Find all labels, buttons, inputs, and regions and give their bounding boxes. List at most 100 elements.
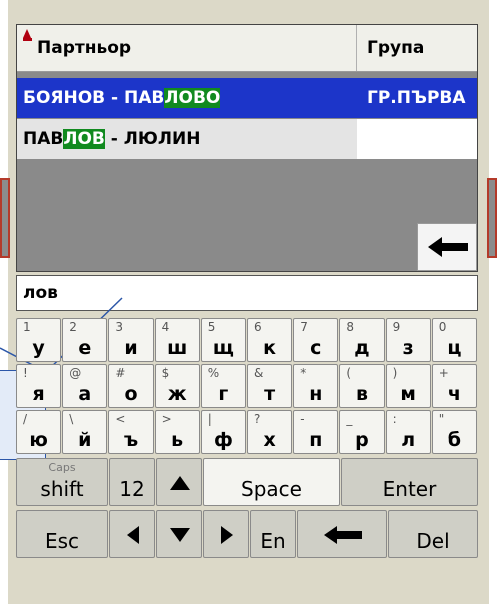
partner-text: ПАВ — [23, 129, 64, 149]
key-primary-label: г — [218, 383, 229, 405]
enter-key[interactable]: Enter — [341, 458, 478, 506]
key-primary-label: ф — [213, 429, 233, 451]
mode-12-key[interactable]: 12 — [109, 458, 155, 506]
key-secondary-label: $ — [161, 366, 170, 380]
partner-text: - ЛЮЛИН — [104, 129, 201, 149]
delete-key[interactable]: Del — [388, 510, 478, 558]
key-secondary-label: 6 — [254, 320, 262, 334]
key-secondary-label: : — [392, 412, 397, 426]
key-у[interactable]: 1у — [16, 318, 62, 362]
key-с[interactable]: 7с — [293, 318, 339, 362]
key-х[interactable]: ? х — [247, 410, 293, 454]
key-ц[interactable]: 0ц — [431, 318, 477, 362]
key-primary-label: ж — [167, 383, 187, 405]
group-cell: ГР.ПЪРВА — [367, 88, 466, 108]
key-б[interactable]: " б — [431, 410, 477, 454]
partner-table: Партньор Група БОЯНОВ - ПАВЛОВО ГР.ПЪРВА… — [16, 24, 478, 272]
column-header-partner[interactable]: Партньор — [17, 25, 357, 71]
delete-key-label: Del — [416, 529, 450, 553]
key-secondary-label: 9 — [392, 320, 401, 334]
key-ш[interactable]: 4ш — [154, 318, 200, 362]
key-secondary-label: * — [300, 366, 307, 380]
key-primary-label: е — [78, 337, 92, 359]
key-primary-label: щ — [212, 337, 234, 359]
key-ф[interactable]: | ф — [200, 410, 246, 454]
key-а[interactable]: @ а — [62, 364, 108, 408]
column-header-group-label: Група — [367, 38, 425, 58]
caps-label: Caps — [48, 461, 76, 474]
key-primary-label: и — [124, 337, 138, 359]
key-е[interactable]: 2е — [62, 318, 108, 362]
key-primary-label: п — [309, 429, 323, 451]
key-primary-label: к — [263, 337, 277, 359]
key-primary-label: т — [264, 383, 276, 405]
key-primary-label: й — [78, 429, 92, 451]
key-secondary-label: \ — [69, 412, 74, 426]
key-secondary-label: - — [300, 412, 305, 426]
key-о[interactable]: # о — [108, 364, 154, 408]
key-щ[interactable]: 5щ — [200, 318, 246, 362]
key-secondary-label: _ — [346, 412, 353, 426]
key-primary-label: в — [355, 383, 368, 405]
key-ч[interactable]: + ч — [431, 364, 477, 408]
column-header-partner-label: Партньор — [37, 38, 132, 58]
table-row[interactable]: ПАВЛОВ - ЛЮЛИН — [17, 119, 477, 159]
space-key-label: Space — [241, 477, 302, 501]
key-р[interactable]: _ р — [339, 410, 385, 454]
key-ь[interactable]: > ь — [154, 410, 200, 454]
key-л[interactable]: :л — [385, 410, 431, 454]
key-primary-label: ъ — [123, 429, 139, 451]
shift-key[interactable]: Caps shift — [16, 458, 108, 506]
key-primary-label: ь — [171, 429, 184, 451]
search-input[interactable]: лов — [16, 275, 478, 311]
key-з[interactable]: 9з — [385, 318, 431, 362]
key-primary-label: б — [447, 429, 462, 451]
arrow-right-small-icon — [221, 526, 233, 544]
key-secondary-label: 2 — [69, 320, 77, 334]
key-к[interactable]: 6к — [247, 318, 293, 362]
column-header-group[interactable]: Група — [357, 25, 477, 71]
frame-edge-right — [487, 178, 497, 258]
key-т[interactable]: & т — [247, 364, 293, 408]
shift-key-label: shift — [40, 477, 84, 501]
language-key-label: En — [260, 529, 286, 553]
key-ж[interactable]: $ ж — [154, 364, 200, 408]
key-н[interactable]: * н — [293, 364, 339, 408]
key-secondary-label: 7 — [300, 320, 308, 334]
arrow-up-key[interactable] — [156, 458, 202, 506]
key-secondary-label: " — [438, 412, 445, 426]
arrow-left-key[interactable] — [109, 510, 155, 558]
sort-ascending-icon — [23, 29, 32, 43]
key-primary-label: а — [78, 383, 92, 405]
key-secondary-label: 4 — [161, 320, 170, 334]
arrow-right-key[interactable] — [203, 510, 249, 558]
language-key[interactable]: En — [250, 510, 296, 558]
key-secondary-label: 5 — [207, 320, 216, 334]
key-я[interactable]: ! я — [16, 364, 62, 408]
key-primary-label: ю — [29, 429, 48, 451]
key-й[interactable]: \ й — [62, 410, 108, 454]
key-secondary-label: ) — [392, 366, 398, 380]
key-primary-label: м — [400, 383, 416, 405]
key-primary-label: о — [124, 383, 138, 405]
back-button[interactable] — [417, 223, 477, 271]
partner-cell: БОЯНОВ - ПАВЛОВО — [17, 78, 357, 118]
space-key[interactable]: Space — [203, 458, 340, 506]
esc-key[interactable]: Esc — [16, 510, 108, 558]
key-ю[interactable]: / ю — [16, 410, 62, 454]
key-и[interactable]: 3и — [108, 318, 154, 362]
key-м[interactable]: ) м — [385, 364, 431, 408]
key-в[interactable]: (в — [339, 364, 385, 408]
key-д[interactable]: 8д — [339, 318, 385, 362]
key-п[interactable]: -п — [293, 410, 339, 454]
table-row[interactable]: БОЯНОВ - ПАВЛОВО ГР.ПЪРВА — [17, 78, 477, 118]
key-ъ[interactable]: < ъ — [108, 410, 154, 454]
arrow-down-key[interactable] — [156, 510, 202, 558]
key-primary-label: л — [401, 429, 416, 451]
key-primary-label: з — [402, 337, 414, 359]
key-primary-label: ч — [447, 383, 461, 405]
backspace-key[interactable] — [297, 510, 387, 558]
key-secondary-label: + — [438, 366, 449, 380]
mode-12-key-label: 12 — [119, 477, 145, 501]
key-г[interactable]: % г — [200, 364, 246, 408]
